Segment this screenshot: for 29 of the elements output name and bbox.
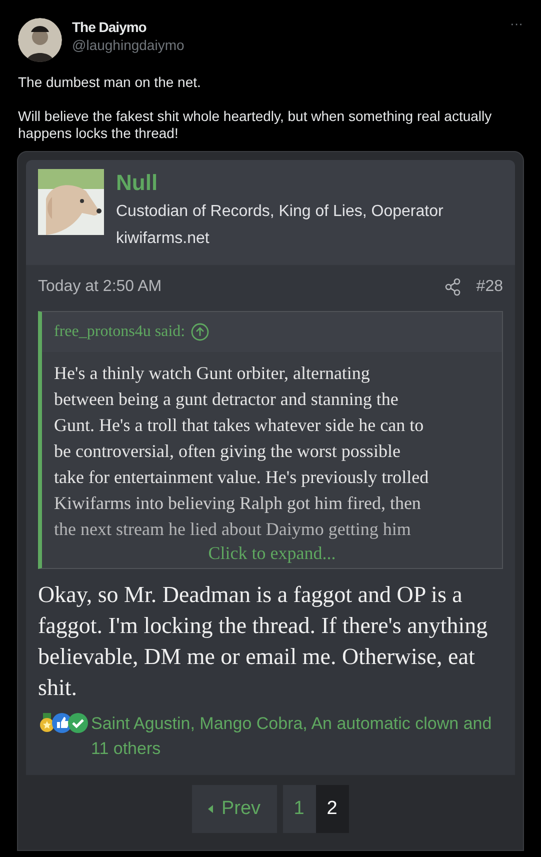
post-body: Okay, so Mr. Deadman is a faggot and OP is a faggot. I'm locking the thread. If there's anything believable, DM me or email me. Otherwise, eat shit. — [38, 581, 489, 702]
quote-text: between being a gunt detractor and stanning the — [54, 388, 400, 411]
author-name[interactable]: Null — [116, 169, 444, 197]
tweet-text: Will believe the fakest shit whole heartedly, but when something real actually happens locks the thread! — [18, 108, 493, 142]
medal-icon — [38, 713, 56, 733]
caret-icon — [208, 805, 214, 813]
share-icon[interactable] — [445, 278, 462, 296]
user-title: Custodian of Records, King of Lies, Ooperator — [116, 202, 444, 222]
post-time[interactable]: Today at 2:50 AM — [38, 275, 162, 299]
quote-text: be controversial, often giving the worst possible — [54, 440, 402, 463]
reactors-list[interactable]: Saint Agustin, Mango Cobra, An automatic clown and 11 others — [91, 711, 503, 761]
quote-text: the next stream he lied about Daiymo getting him — [54, 518, 412, 541]
prev-button[interactable]: Prev — [192, 785, 277, 833]
quote-attribution[interactable]: free_protons4u said: — [54, 320, 186, 344]
check-icon — [68, 713, 88, 733]
site-name: kiwifarms.net — [116, 229, 210, 249]
display-name[interactable]: The Daiymo — [72, 18, 184, 36]
avatar[interactable] — [18, 18, 62, 62]
post-number[interactable]: #28 — [476, 275, 503, 299]
user-handle[interactable]: @laughingdaiymo — [72, 36, 184, 54]
page-button[interactable]: 2 — [316, 785, 349, 833]
more-options[interactable]: ··· — [510, 14, 523, 34]
page-button[interactable]: 1 — [282, 785, 316, 833]
quote-text: Kiwifarms into believing Ralph got him fired, then — [54, 492, 422, 515]
quote-text: He's a thinly watch Gunt orbiter, alternating — [54, 362, 371, 385]
expand-link[interactable]: Click to expand... — [208, 542, 336, 564]
tweet-text: The dumbest man on the net. — [18, 74, 202, 91]
quote-text: Gunt. He's a troll that takes whatever side he can to — [54, 414, 425, 437]
quote-text: take for entertainment value. He's previously trolled — [54, 466, 430, 489]
